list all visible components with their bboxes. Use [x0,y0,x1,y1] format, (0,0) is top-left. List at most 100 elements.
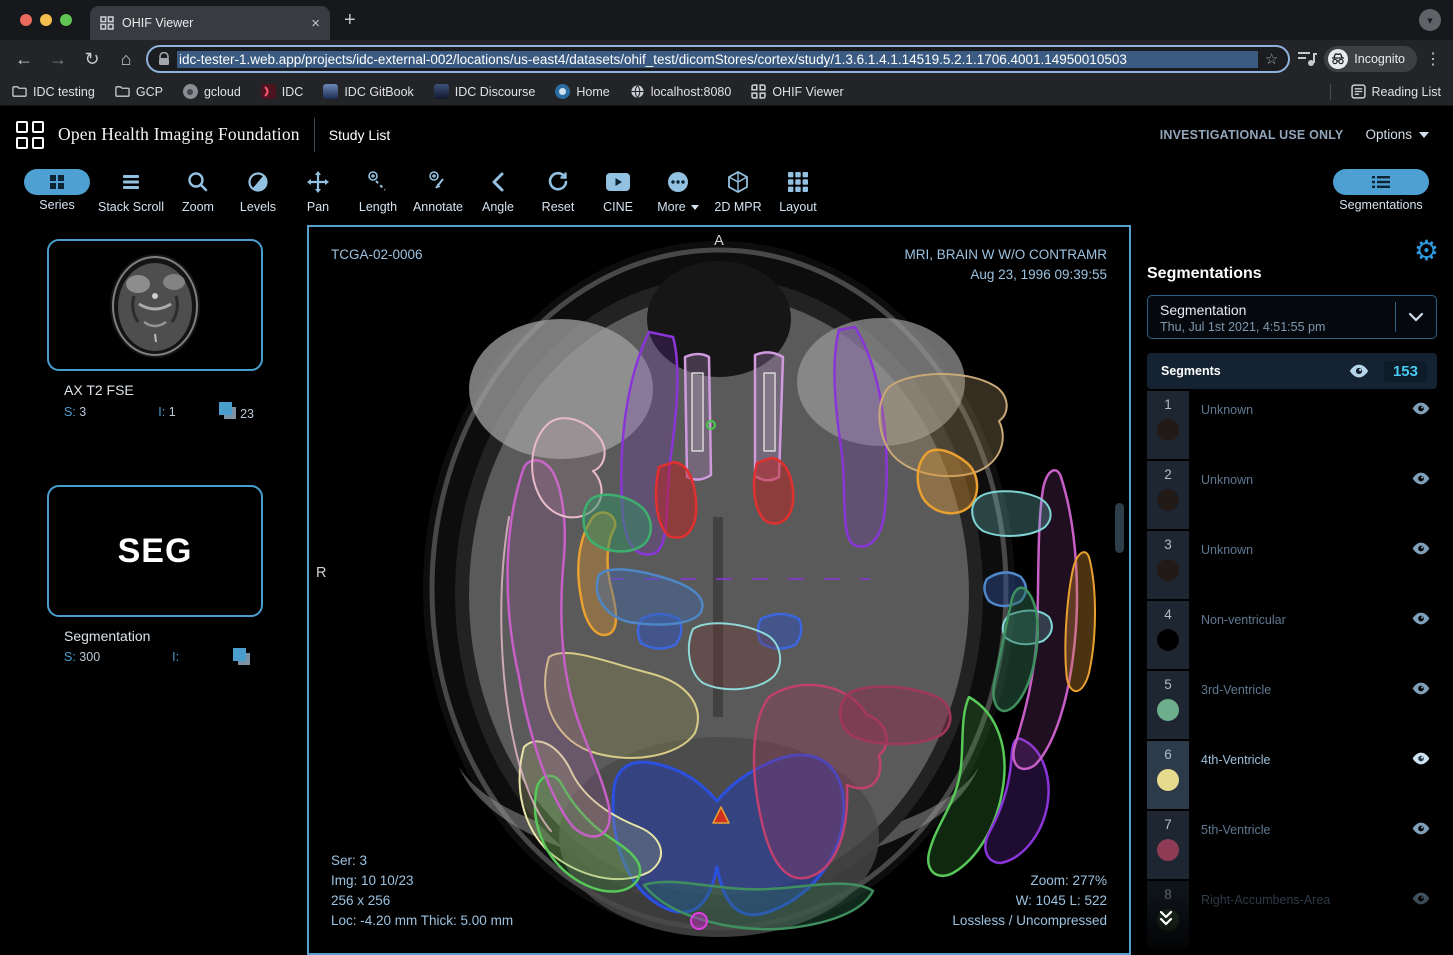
bookmark-idc-discourse[interactable]: IDC Discourse [434,84,536,99]
toggle-all-visibility-eye-icon[interactable] [1348,363,1370,379]
home-button[interactable]: ⌂ [112,49,140,70]
series-active-pill [24,169,90,195]
tool-annotate[interactable]: Annotate [412,167,464,214]
overlay-study-date: Aug 23, 1996 09:39:55 [905,265,1108,285]
segment-row-1[interactable]: 1 Unknown [1147,391,1437,459]
segmentations-panel: ⚙ Segmentations Segmentation Thu, Jul 1s… [1131,225,1453,955]
segment-number-cell[interactable]: 6 [1147,741,1189,809]
series-thumbnail-image[interactable] [47,239,263,371]
tab-search-icon[interactable]: ▾ [1419,9,1441,31]
back-button[interactable]: ← [10,49,38,70]
address-bar[interactable]: idc-tester-1.web.app/projects/idc-extern… [146,45,1290,73]
tool-angle[interactable]: Angle [472,167,524,214]
segment-visibility-eye-icon[interactable] [1411,541,1431,599]
tool-stack-scroll[interactable]: Stack Scroll [98,167,164,214]
gitbook-icon [323,84,338,99]
tool-pan[interactable]: Pan [292,167,344,214]
tool-layout[interactable]: Layout [772,167,824,214]
bookmark-localhost[interactable]: localhost:8080 [630,84,732,99]
bookmark-star-icon[interactable]: ☆ [1265,50,1278,68]
ohif-logo[interactable] [16,121,44,149]
bookmark-idc[interactable]: IDC [261,84,304,99]
bookmarks-bar: IDC testing GCP gcloud IDC IDC GitBook I… [0,78,1453,106]
list-fade-overlay [1131,891,1453,955]
forward-button[interactable]: → [44,49,72,70]
annotate-icon [426,170,450,194]
segment-number-cell[interactable]: 1 [1147,391,1189,459]
tool-more-label: More [657,200,698,214]
new-tab-button[interactable]: + [344,9,356,32]
tool-more[interactable]: More [652,167,704,214]
minimize-window-button[interactable] [40,14,52,26]
segment-visibility-eye-icon[interactable] [1411,821,1431,879]
bookmark-gcp[interactable]: GCP [115,84,163,99]
viewport-scrollbar[interactable] [1115,503,1124,553]
segment-row-3[interactable]: 3 Unknown [1147,531,1437,599]
scroll-more-chevrons-icon[interactable] [1155,907,1177,929]
bookmark-ohif-viewer[interactable]: OHIF Viewer [751,84,843,99]
segment-color-dot [1157,629,1179,651]
bookmark-idc-gitbook[interactable]: IDC GitBook [323,84,413,99]
bookmark-idc-testing[interactable]: IDC testing [12,84,95,99]
layout-grid-icon [787,171,809,193]
segment-visibility-eye-icon[interactable] [1411,471,1431,529]
overlay-series-number: Ser: 3 [331,851,513,871]
segment-row-6[interactable]: 6 4th-Ventricle [1147,741,1437,809]
segment-row-2[interactable]: 2 Unknown [1147,461,1437,529]
segment-label: Unknown [1189,461,1411,529]
overlay-location: Loc: -4.20 mm Thick: 5.00 mm [331,911,513,931]
segment-number-cell[interactable]: 7 [1147,811,1189,879]
image-viewport[interactable]: A R TCGA-02-0006 MRI, BRAIN W W/O CONTRA… [307,225,1131,955]
maximize-window-button[interactable] [60,14,72,26]
orientation-marker-right: R [316,565,326,581]
url-text[interactable]: idc-tester-1.web.app/projects/idc-extern… [177,51,1258,68]
segment-number-cell[interactable]: 5 [1147,671,1189,739]
reading-list-button[interactable]: Reading List [1351,84,1442,99]
close-window-button[interactable] [20,14,32,26]
tab-close-icon[interactable]: × [311,16,320,31]
series-meta: S: 300 I: [64,648,254,666]
overlay-study-desc: MRI, BRAIN W W/O CONTRAMR [905,245,1108,265]
segment-number-cell[interactable]: 4 [1147,601,1189,669]
segmentation-select[interactable]: Segmentation Thu, Jul 1st 2021, 4:51:55 … [1147,295,1437,339]
tool-zoom[interactable]: Zoom [172,167,224,214]
segment-number-cell[interactable]: 2 [1147,461,1189,529]
bookmark-gcloud[interactable]: gcloud [183,84,241,99]
tool-series[interactable]: Series [24,167,90,212]
gear-icon[interactable]: ⚙ [1414,237,1439,265]
segment-row-4[interactable]: 4 Non-ventricular [1147,601,1437,669]
segment-visibility-eye-icon[interactable] [1411,751,1431,809]
segment-visibility-eye-icon[interactable] [1411,681,1431,739]
bookmark-home[interactable]: Home [555,84,609,99]
options-menu[interactable]: Options [1365,127,1429,142]
angle-icon [489,170,507,194]
segment-visibility-eye-icon[interactable] [1411,611,1431,669]
segment-label: 4th-Ventricle [1189,741,1411,809]
segment-label: 5th-Ventricle [1189,811,1411,879]
investigational-label: INVESTIGATIONAL USE ONLY [1160,128,1344,142]
seg-thumbnail[interactable]: SEG [47,485,263,617]
browser-tab[interactable]: OHIF Viewer × [90,6,330,40]
study-list-link[interactable]: Study List [329,127,390,143]
segment-visibility-eye-icon[interactable] [1411,401,1431,459]
reset-icon [546,170,570,194]
segmentations-title: Segmentations [1147,265,1437,283]
tool-cine[interactable]: CINE [592,167,644,214]
browser-menu-icon[interactable]: ⋮ [1423,49,1443,69]
reload-button[interactable]: ↻ [78,49,106,70]
segment-number-cell[interactable]: 3 [1147,531,1189,599]
segments-title: Segments [1161,364,1221,378]
media-controls-icon[interactable] [1296,50,1318,68]
segment-label: Unknown [1189,391,1411,459]
tool-2d-mpr[interactable]: 2D MPR [712,167,764,214]
segmentations-panel-toggle[interactable]: Segmentations [1333,167,1429,212]
segment-row-5[interactable]: 5 3rd-Ventricle [1147,671,1437,739]
series-meta: S: 3 I: 1 23 [64,402,254,421]
tool-levels[interactable]: Levels [232,167,284,214]
segment-label: Non-ventricular [1189,601,1411,669]
segment-row-7[interactable]: 7 5th-Ventricle [1147,811,1437,879]
tool-reset[interactable]: Reset [532,167,584,214]
tool-length[interactable]: Length [352,167,404,214]
thumbnail-brain-image [94,244,216,366]
select-chevron[interactable] [1396,296,1436,338]
